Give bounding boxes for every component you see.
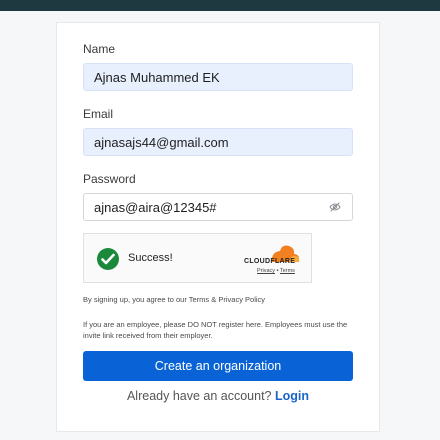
name-value: Ajnas Muhammed EK — [94, 69, 220, 85]
create-organization-button[interactable]: Create an organization — [83, 351, 353, 381]
terms-link[interactable]: Terms — [280, 268, 295, 274]
email-value: ajnasajs44@gmail.com — [94, 134, 229, 150]
email-field[interactable]: ajnasajs44@gmail.com — [83, 128, 353, 156]
password-value: ajnas@aira@12345# — [94, 199, 217, 215]
login-link[interactable]: Login — [275, 389, 309, 403]
password-label: Password — [83, 172, 136, 186]
email-label: Email — [83, 107, 114, 121]
captcha-links: Privacy • Terms — [257, 268, 295, 274]
cloudflare-captcha[interactable]: Success! CLOUDFLARE Privacy • Terms — [83, 233, 312, 283]
login-prompt: Already have an account? — [126, 389, 272, 403]
name-field[interactable]: Ajnas Muhammed EK — [83, 63, 353, 91]
link-separator: • — [276, 268, 279, 274]
eye-slash-icon[interactable] — [328, 200, 342, 214]
login-row: Already have an account? Login — [83, 389, 353, 403]
password-field[interactable]: ajnas@aira@12345# — [83, 193, 353, 221]
captcha-status-text: Success! — [128, 252, 173, 264]
privacy-link[interactable]: Privacy — [257, 268, 275, 274]
cloudflare-brand: CLOUDFLARE — [244, 258, 296, 265]
check-circle-icon — [97, 248, 119, 270]
name-label: Name — [83, 42, 116, 56]
agreement-text: By signing up, you agree to our Terms & … — [83, 295, 266, 304]
employee-notice: If you are an employee, please DO NOT re… — [83, 320, 348, 340]
top-header-bar — [0, 0, 440, 11]
